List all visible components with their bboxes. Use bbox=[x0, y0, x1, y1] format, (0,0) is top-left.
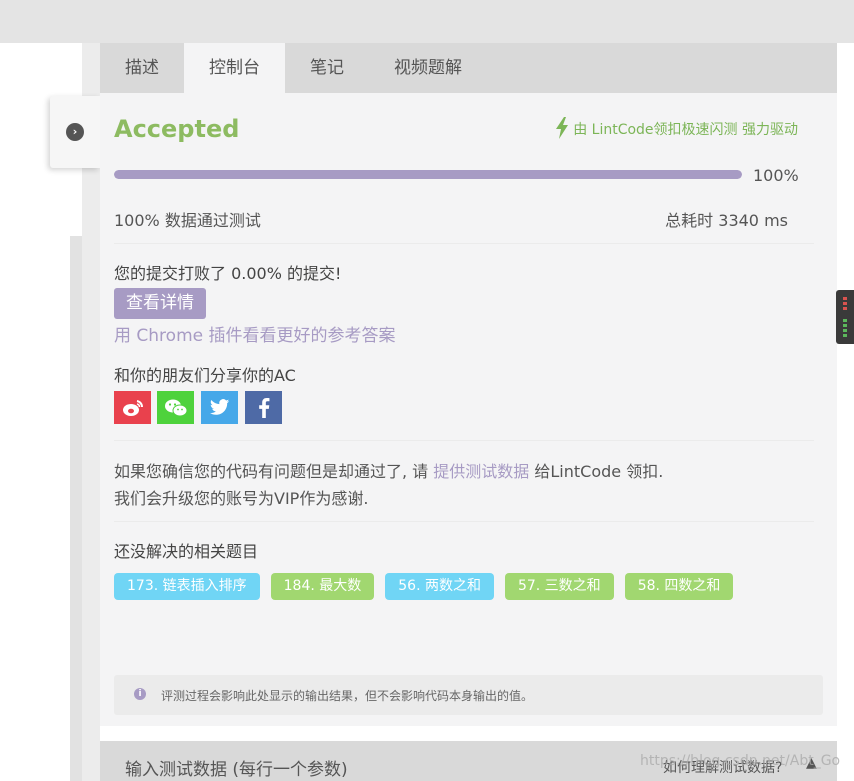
console-panel: Accepted 由 LintCode领扣极速闪测 强力驱动 100% 100%… bbox=[100, 93, 837, 726]
tab-video-solution[interactable]: 视频题解 bbox=[369, 43, 487, 93]
tab-console[interactable]: 控制台 bbox=[184, 43, 285, 93]
related-problem-tag[interactable]: 184. 最大数 bbox=[270, 573, 375, 600]
pass-rate-text: 100% 数据通过测试 bbox=[114, 211, 261, 230]
provide-test-data-link[interactable]: 提供测试数据 bbox=[433, 462, 529, 481]
facebook-icon bbox=[258, 397, 269, 418]
issue-report-suffix: 给LintCode 领扣. bbox=[529, 462, 664, 481]
test-input-label: 输入测试数据 (每行一个参数) bbox=[125, 760, 348, 780]
meter-bar bbox=[843, 329, 847, 332]
divider bbox=[114, 243, 814, 244]
wechat-icon bbox=[164, 399, 187, 416]
progress-fill bbox=[114, 170, 742, 179]
info-icon: i bbox=[134, 688, 146, 700]
side-meter-widget[interactable] bbox=[836, 290, 854, 344]
tab-description[interactable]: 描述 bbox=[100, 43, 184, 93]
related-problems-list: 173. 链表插入排序 184. 最大数 56. 两数之和 57. 三数之和 5… bbox=[114, 573, 744, 600]
related-problem-tag[interactable]: 58. 四数之和 bbox=[624, 573, 734, 600]
beat-percentage-text: 您的提交打败了 0.00% 的提交! bbox=[114, 264, 342, 283]
result-status: Accepted bbox=[114, 115, 240, 143]
notice-text: 评测过程会影响此处显示的输出结果，但不会影响代码本身输出的值。 bbox=[161, 689, 534, 703]
related-problems-label: 还没解决的相关题目 bbox=[114, 542, 259, 561]
facebook-share-button[interactable] bbox=[245, 391, 282, 424]
meter-bar bbox=[843, 324, 847, 327]
meter-bar bbox=[843, 319, 847, 322]
progress-bar bbox=[114, 170, 742, 179]
total-time-text: 总耗时 3340 ms bbox=[665, 211, 788, 230]
issue-report-prefix: 如果您确信您的代码有问题但是却通过了, 请 bbox=[114, 462, 434, 481]
issue-report-line: 如果您确信您的代码有问题但是却通过了, 请 提供测试数据 给LintCode 领… bbox=[114, 458, 663, 482]
wechat-share-button[interactable] bbox=[157, 391, 194, 424]
panel-toggle-button[interactable]: › bbox=[50, 96, 100, 168]
related-problem-tag[interactable]: 173. 链表插入排序 bbox=[114, 573, 260, 600]
tab-notes[interactable]: 笔记 bbox=[285, 43, 369, 93]
top-bar bbox=[0, 0, 854, 43]
watermark: https://blog.csdn.net/Abt_Go bbox=[640, 753, 841, 769]
related-problem-tag[interactable]: 57. 三数之和 bbox=[504, 573, 614, 600]
chrome-extension-link[interactable]: 用 Chrome 插件看看更好的参考答案 bbox=[114, 321, 396, 346]
left-scrollbar[interactable] bbox=[70, 236, 82, 781]
share-label: 和你的朋友们分享你的AC bbox=[114, 366, 296, 385]
progress-label: 100% bbox=[753, 166, 799, 185]
view-details-button[interactable]: 查看详情 bbox=[114, 288, 206, 319]
divider bbox=[114, 440, 814, 441]
vip-thanks-text: 我们会升级您的账号为VIP作为感谢. bbox=[114, 489, 369, 508]
divider bbox=[114, 521, 814, 522]
chevron-right-icon: › bbox=[66, 123, 84, 141]
meter-bar bbox=[843, 302, 847, 305]
related-problem-tag[interactable]: 56. 两数之和 bbox=[385, 573, 494, 600]
weibo-share-button[interactable] bbox=[114, 391, 151, 424]
powered-by: 由 LintCode领扣极速闪测 强力驱动 bbox=[555, 117, 798, 139]
tab-bar: 描述 控制台 笔记 视频题解 bbox=[100, 43, 837, 93]
twitter-icon bbox=[209, 399, 229, 415]
meter-bar bbox=[843, 334, 847, 337]
meter-bar bbox=[843, 297, 847, 300]
lightning-icon bbox=[556, 117, 569, 139]
evaluation-notice: i 评测过程会影响此处显示的输出结果，但不会影响代码本身输出的值。 bbox=[114, 675, 823, 715]
twitter-share-button[interactable] bbox=[201, 391, 238, 424]
weibo-icon bbox=[122, 399, 143, 416]
powered-by-text: 由 LintCode领扣极速闪测 强力驱动 bbox=[573, 122, 798, 138]
meter-bar bbox=[843, 307, 847, 310]
